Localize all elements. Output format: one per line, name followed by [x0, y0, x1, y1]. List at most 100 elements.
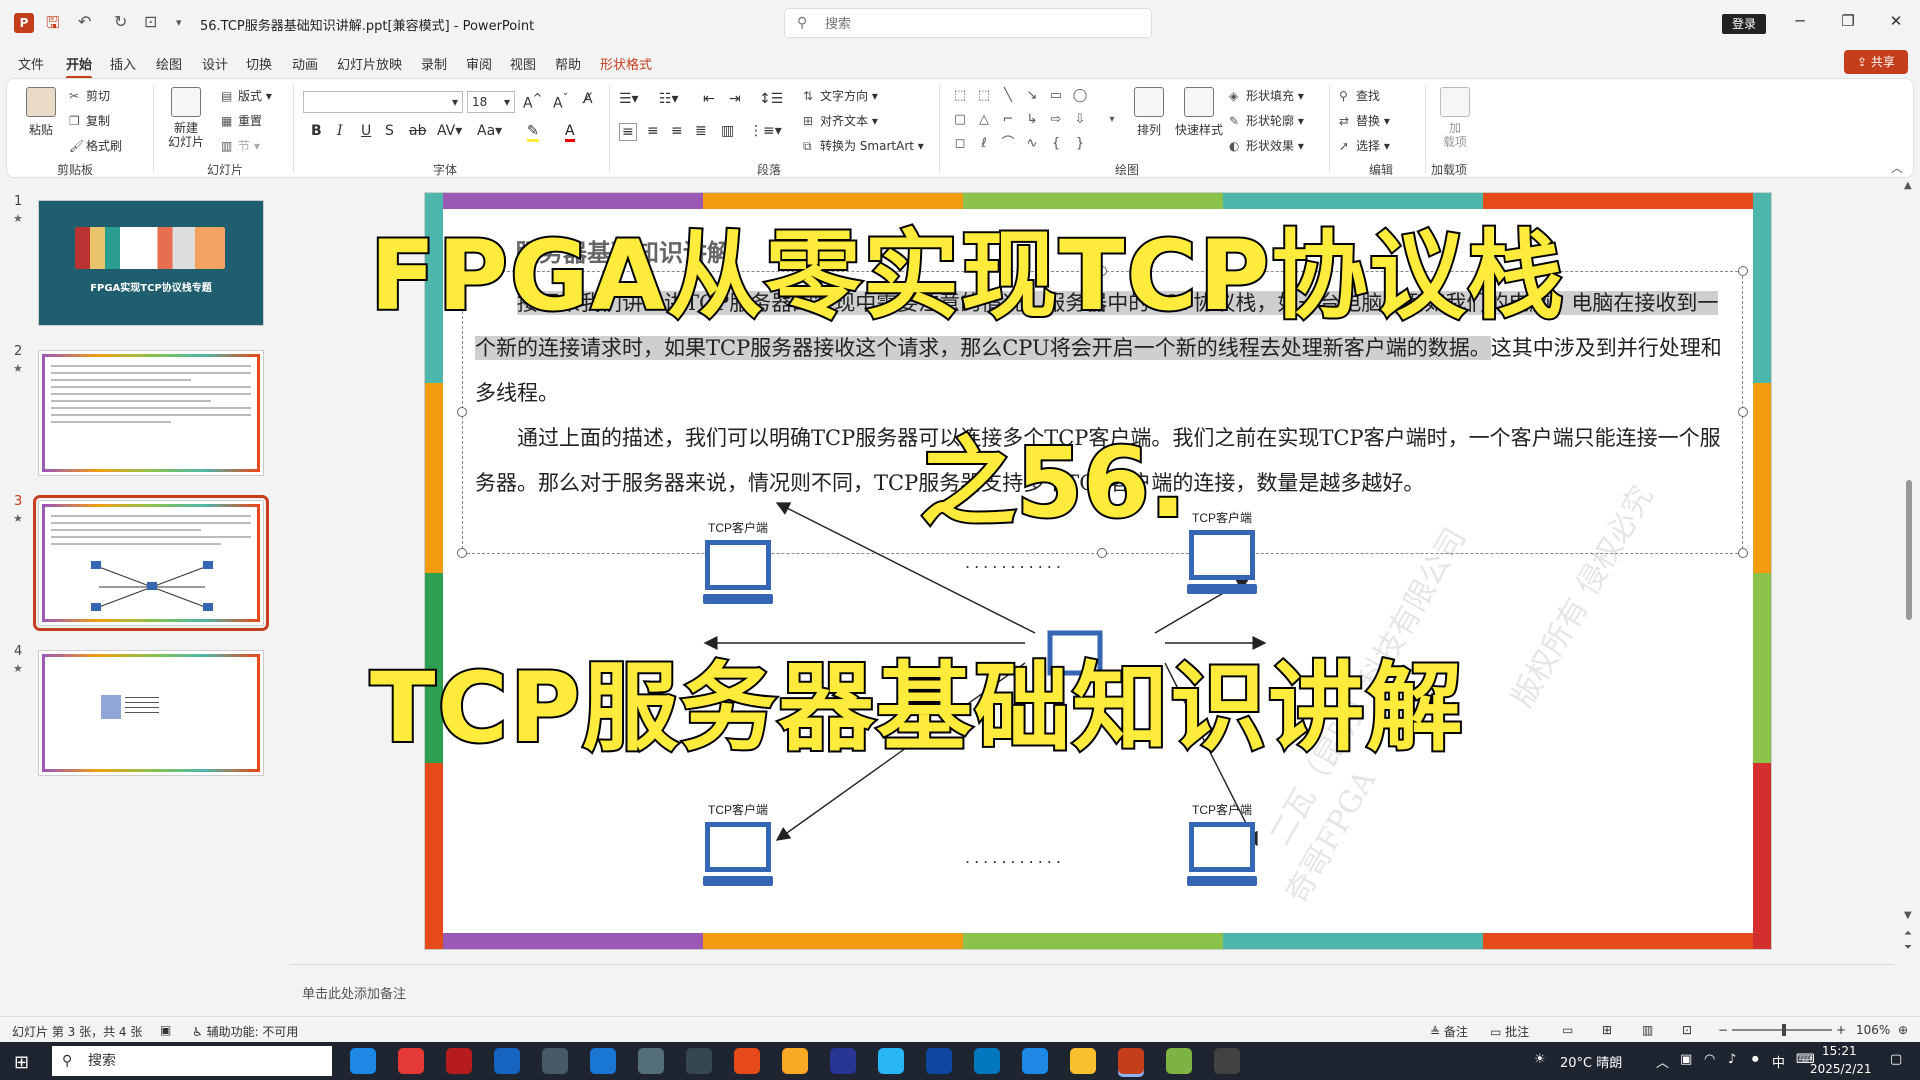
scroll-up-icon[interactable]: ▲ — [1904, 180, 1912, 191]
numbering-icon[interactable]: ☷▾ — [659, 91, 679, 107]
grow-font-icon[interactable]: A^ — [523, 91, 542, 112]
tab-record[interactable]: 录制 — [421, 54, 447, 73]
shapes-gallery[interactable]: ⬚ ⬚ ╲ ↘ ▭ ◯ ▢ △ ⌐ ↳ ⇨ ⇩ ◻ ℓ ⌒ ∿ { } ▾ — [951, 87, 1127, 157]
shape-effects-button[interactable]: ◐ 形状效果 ▾ — [1229, 137, 1304, 154]
clock-time[interactable]: 15:21 — [1822, 1044, 1857, 1058]
align-text-button[interactable]: ⊞ 对齐文本 ▾ — [803, 112, 878, 129]
tray-app-icon[interactable]: ▣ — [1680, 1052, 1692, 1067]
app-icon[interactable] — [542, 1048, 568, 1074]
quick-styles-button[interactable]: 快速样式 — [1173, 87, 1225, 138]
slide-thumbnail-1[interactable]: FPGA实现TCP协议栈专题 — [38, 200, 264, 326]
youdao-icon[interactable] — [398, 1048, 424, 1074]
app-icon[interactable] — [878, 1048, 904, 1074]
elbow-connector-icon[interactable]: ⌐ — [999, 111, 1017, 129]
taskbar-search[interactable]: ⚲ 搜索 — [52, 1046, 332, 1076]
microphone-icon[interactable]: ⏺ — [1752, 1052, 1759, 1067]
strikethrough-icon[interactable]: ab — [409, 123, 426, 139]
spellcheck-icon[interactable]: ▣ — [160, 1023, 171, 1037]
app-icon[interactable] — [926, 1048, 952, 1074]
rounded-rect-icon[interactable]: ▢ — [951, 111, 969, 129]
justify-icon[interactable]: ≣ — [695, 123, 707, 139]
undo-icon[interactable]: ↶ — [78, 12, 91, 31]
clear-format-icon[interactable]: A̸ — [583, 91, 593, 107]
zoom-slider-thumb[interactable] — [1782, 1024, 1786, 1036]
app-icon[interactable] — [494, 1048, 520, 1074]
vscode-icon[interactable] — [1022, 1048, 1048, 1074]
fit-slide-icon[interactable]: ⊕ — [1898, 1023, 1908, 1037]
accessibility-status[interactable]: ♿ 辅助功能: 不可用 — [192, 1023, 298, 1040]
new-slide-button[interactable]: 新建 幻灯片 — [163, 87, 209, 149]
tab-insert[interactable]: 插入 — [110, 54, 136, 73]
notes-pane[interactable]: 单击此处添加备注 — [290, 964, 1894, 1014]
share-button[interactable]: ⇪ 共享 — [1844, 50, 1908, 74]
app-icon[interactable] — [782, 1048, 808, 1074]
app-icon[interactable] — [686, 1048, 712, 1074]
increase-indent-icon[interactable]: ⇥ — [729, 91, 741, 107]
slide-sorter-icon[interactable]: ⊞ — [1602, 1023, 1612, 1037]
zoom-slider[interactable] — [1732, 1024, 1832, 1036]
distribute-icon[interactable]: ⋮≡▾ — [749, 123, 782, 139]
right-brace-icon[interactable]: } — [1071, 135, 1089, 153]
app-icon[interactable] — [1214, 1048, 1240, 1074]
slide-thumbnail-2[interactable] — [38, 350, 264, 476]
gallery-more-icon[interactable]: ▾ — [1103, 111, 1121, 129]
weather[interactable]: 20°C 晴朗 — [1560, 1052, 1622, 1071]
bullets-icon[interactable]: ☰▾ — [619, 91, 639, 107]
oval-icon[interactable]: ◯ — [1071, 87, 1089, 105]
cut-button[interactable]: ✂ 剪切 — [69, 87, 110, 104]
replace-button[interactable]: ⇄ 替换 ▾ — [1339, 112, 1390, 129]
edge-icon[interactable] — [350, 1048, 376, 1074]
format-painter-button[interactable]: 🖌 格式刷 — [69, 137, 122, 154]
italic-icon[interactable]: I — [337, 123, 343, 139]
decrease-indent-icon[interactable]: ⇤ — [703, 91, 715, 107]
section-button[interactable]: ▥ 节 ▾ — [221, 137, 260, 154]
tab-home[interactable]: 开始 — [66, 54, 93, 79]
visio-icon[interactable] — [590, 1048, 616, 1074]
line-icon[interactable]: ╲ — [999, 87, 1017, 105]
shadow-icon[interactable]: S — [385, 123, 394, 139]
triangle-icon[interactable]: △ — [975, 111, 993, 129]
save-icon[interactable]: 🖫 — [46, 12, 60, 39]
textbox-vertical-icon[interactable]: ⬚ — [975, 87, 993, 105]
app-icon[interactable] — [446, 1048, 472, 1074]
comments-toggle[interactable]: ▭ 批注 — [1490, 1023, 1529, 1040]
curve-icon[interactable]: ∿ — [1023, 135, 1041, 153]
tab-shape-format[interactable]: 形状格式 — [600, 54, 652, 73]
ime-indicator[interactable]: 中 — [1772, 1052, 1785, 1071]
callout-icon[interactable]: ◻ — [951, 135, 969, 153]
find-button[interactable]: ⚲ 查找 — [1339, 87, 1380, 104]
wifi-icon[interactable]: ◠ — [1704, 1052, 1715, 1067]
app-icon[interactable] — [1166, 1048, 1192, 1074]
slide-thumbnail-3[interactable] — [33, 495, 269, 631]
slide-thumbnail-4[interactable] — [38, 650, 264, 776]
tray-chevron-icon[interactable]: ︿ — [1656, 1052, 1669, 1071]
shape-fill-button[interactable]: ◈ 形状填充 ▾ — [1229, 87, 1304, 104]
select-button[interactable]: ➚ 选择 ▾ — [1339, 137, 1390, 154]
next-slide-icon[interactable]: ⏷ — [1904, 942, 1912, 953]
scroll-down-icon[interactable]: ▼ — [1904, 910, 1912, 921]
scrollbar-thumb[interactable] — [1906, 480, 1912, 620]
align-right-icon[interactable]: ≡ — [671, 123, 683, 139]
slideshow-icon[interactable]: ⊡ — [1682, 1023, 1692, 1037]
rectangle-icon[interactable]: ▭ — [1047, 87, 1065, 105]
underline-icon[interactable]: U — [361, 123, 371, 139]
arrange-button[interactable]: 排列 — [1129, 87, 1169, 138]
change-case-icon[interactable]: Aa▾ — [477, 123, 502, 139]
zoom-level[interactable]: 106% — [1856, 1023, 1890, 1037]
file-explorer-icon[interactable] — [1070, 1048, 1096, 1074]
tab-review[interactable]: 审阅 — [466, 54, 492, 73]
text-direction-button[interactable]: ⇅ 文字方向 ▾ — [803, 87, 878, 104]
tab-design[interactable]: 设计 — [202, 54, 228, 73]
close-button[interactable]: ✕ — [1876, 12, 1916, 30]
smartart-button[interactable]: ⧉ 转换为 SmartArt ▾ — [803, 137, 924, 154]
char-spacing-icon[interactable]: AV▾ — [437, 123, 462, 139]
zoom-in-icon[interactable]: + — [1836, 1023, 1846, 1037]
align-left-icon[interactable]: ≡ — [619, 123, 637, 141]
clock-date[interactable]: 2025/2/21 — [1810, 1062, 1872, 1076]
normal-view-icon[interactable]: ▭ — [1562, 1023, 1573, 1037]
elbow-arrow-icon[interactable]: ↳ — [1023, 111, 1041, 129]
layout-button[interactable]: ▤ 版式 ▾ — [221, 87, 272, 104]
powerpoint-icon[interactable] — [1118, 1048, 1144, 1074]
left-brace-icon[interactable]: { — [1047, 135, 1065, 153]
app-icon[interactable] — [974, 1048, 1000, 1074]
